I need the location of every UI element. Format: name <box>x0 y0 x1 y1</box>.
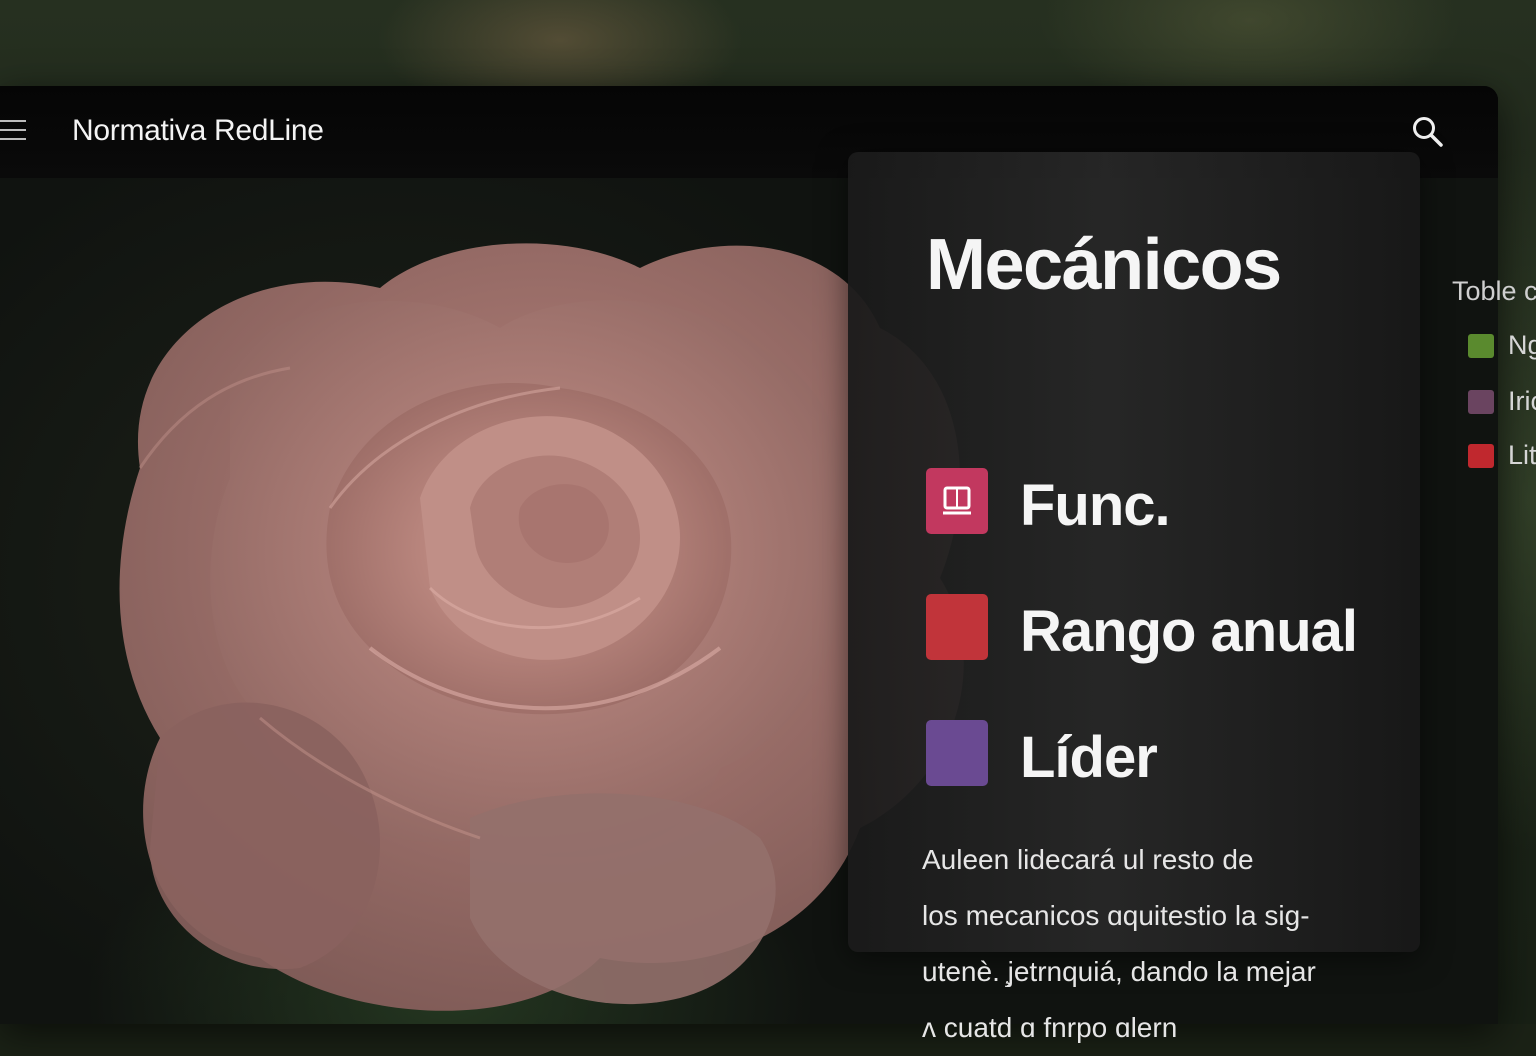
legend-item-func[interactable]: Func. <box>926 468 1386 534</box>
legend-card: Mecánicos Func. Rango anual Líder Auleen… <box>848 152 1420 952</box>
card-description: Auleen lidecará ul resto de los mecanico… <box>922 832 1352 1056</box>
side-legend-label: Ng <box>1508 330 1536 361</box>
description-line: ʌ cuatd ɑ fnrpo ɑlern <box>922 1000 1352 1056</box>
legend-swatch <box>926 720 988 786</box>
hamburger-menu-icon[interactable] <box>0 120 26 142</box>
legend-label: Rango anual <box>1020 598 1357 665</box>
side-legend-label: Iric <box>1508 386 1536 417</box>
side-legend-title: Toble c <box>1452 276 1536 307</box>
legend-label: Líder <box>1020 724 1157 791</box>
description-line: utenè. ̧jetrnquiá, dando la mejar <box>922 944 1352 1000</box>
legend-swatch <box>926 468 988 534</box>
book-icon <box>926 468 988 534</box>
side-legend-label: Lit <box>1508 440 1536 471</box>
side-legend-swatch <box>1468 444 1494 468</box>
description-line: Auleen lidecará ul resto de <box>922 832 1352 888</box>
legend-item-lider[interactable]: Líder <box>926 720 1386 786</box>
description-line: los mecanicos ɑquitestio la sig- <box>922 888 1352 944</box>
legend-label: Func. <box>1020 472 1170 539</box>
side-legend: Toble c Ng Iric Lit <box>1452 276 1536 476</box>
legend-swatch <box>926 594 988 660</box>
card-title: Mecánicos <box>926 224 1281 306</box>
side-legend-swatch <box>1468 390 1494 414</box>
side-legend-swatch <box>1468 334 1494 358</box>
search-icon[interactable] <box>1410 114 1444 148</box>
legend-item-rango-anual[interactable]: Rango anual <box>926 594 1386 660</box>
app-title: Normativa RedLine <box>72 114 324 148</box>
